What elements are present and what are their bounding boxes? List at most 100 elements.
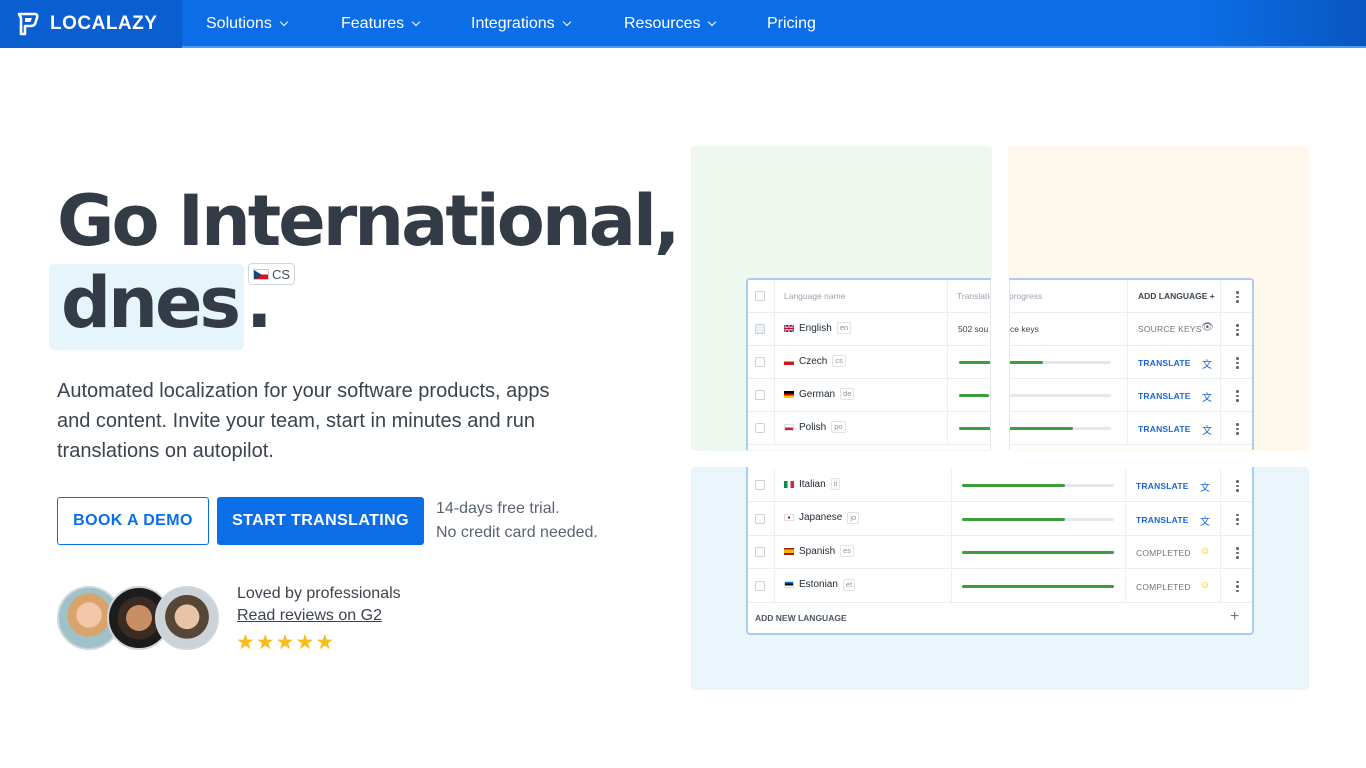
table-row: Italian it TRANSLATE 文	[748, 469, 1252, 502]
translate-icon[interactable]: 文	[1202, 389, 1212, 404]
row-checkbox[interactable]	[755, 480, 765, 490]
localazy-logo-icon	[17, 12, 39, 36]
translate-button[interactable]: TRANSLATE	[1138, 424, 1191, 434]
translate-icon[interactable]: 文	[1200, 513, 1210, 528]
row-checkbox[interactable]	[755, 357, 765, 367]
table-row: Japanese jo TRANSLATE 文	[748, 502, 1252, 536]
row-checkbox[interactable]	[755, 390, 765, 400]
add-new-language-label: ADD NEW LANGUAGE	[755, 613, 847, 623]
translate-button[interactable]: TRANSLATE	[1138, 391, 1191, 401]
row-checkbox[interactable]	[755, 547, 765, 557]
smile-icon: ☺	[1200, 579, 1211, 591]
nav-label: Integrations	[471, 15, 555, 32]
progress-fill	[962, 517, 1065, 521]
czech-flag-icon	[252, 268, 269, 280]
more-icon[interactable]	[1236, 547, 1239, 561]
progress-bar	[959, 361, 1111, 364]
more-icon[interactable]	[1236, 357, 1239, 371]
brand-logo[interactable]: LOCALAZY	[0, 0, 182, 48]
language-name: Czech	[799, 355, 828, 367]
more-icon[interactable]	[1236, 513, 1239, 528]
completed-status: COMPLETED	[1136, 581, 1191, 592]
progress-bar	[962, 551, 1114, 554]
more-icon[interactable]	[1236, 324, 1239, 338]
language-code: jo	[847, 511, 860, 524]
customer-avatars	[57, 586, 219, 650]
more-icon[interactable]	[1236, 480, 1239, 494]
add-language-button[interactable]: ADD LANGUAGE +	[1138, 291, 1215, 301]
trial-note: 14-days free trial. No credit card neede…	[436, 497, 598, 545]
table-row: Estonian et COMPLETED ☺	[748, 569, 1252, 603]
star-icon: ★	[315, 631, 336, 654]
progress-fill	[962, 551, 1114, 554]
row-checkbox[interactable]	[755, 423, 765, 433]
trial-line-2: No credit card needed.	[436, 524, 598, 541]
add-new-language-row[interactable]: ADD NEW LANGUAGE +	[748, 602, 1252, 635]
nav-label: Pricing	[767, 15, 816, 32]
hero-rotating-word: dnes	[61, 262, 241, 344]
column-language-name: Language name	[784, 291, 846, 301]
chevron-down-icon	[708, 17, 717, 27]
language-code: es	[840, 545, 855, 557]
translate-button[interactable]: TRANSLATE	[1136, 481, 1189, 491]
rating-stars: ★★★★★	[236, 630, 335, 655]
translate-button[interactable]: TRANSLATE	[1136, 515, 1189, 525]
language-cell: English en	[784, 322, 852, 334]
language-cell: German de	[784, 388, 855, 400]
row-checkbox[interactable]	[755, 513, 765, 524]
star-icon: ★	[255, 631, 276, 654]
language-cell: Polish po	[784, 421, 846, 433]
language-cell: Japanese jo	[784, 511, 860, 524]
plus-icon[interactable]: +	[1230, 608, 1239, 626]
progress-bar	[962, 517, 1114, 521]
language-code: et	[842, 578, 856, 591]
language-cell: Czech cs	[784, 355, 846, 367]
language-name: Polish	[799, 421, 827, 433]
eye-icon[interactable]: 👁	[1201, 322, 1214, 333]
language-name: Spanish	[799, 545, 836, 557]
nav-integrations[interactable]: Integrations	[471, 0, 571, 48]
language-code: CS	[271, 266, 291, 282]
nav-resources[interactable]: Resources	[624, 0, 717, 48]
translate-icon[interactable]: 文	[1200, 479, 1210, 494]
progress-bar	[959, 427, 1111, 430]
select-all-checkbox[interactable]	[755, 291, 765, 301]
book-demo-button[interactable]: BOOK A DEMO	[57, 497, 209, 545]
nav-label: Features	[341, 15, 405, 32]
translate-button[interactable]: TRANSLATE	[1138, 358, 1191, 368]
row-checkbox[interactable]	[755, 324, 765, 334]
more-icon[interactable]	[1236, 423, 1239, 437]
nav-features[interactable]: Features	[341, 0, 421, 48]
spanish-flag-icon	[784, 547, 794, 555]
start-translating-button[interactable]: START TRANSLATING	[217, 497, 424, 545]
brand-name: LOCALAZY	[50, 13, 158, 34]
star-icon: ★	[295, 631, 316, 654]
social-proof-text: Loved by professionals	[237, 585, 401, 602]
g2-reviews-link[interactable]: Read reviews on G2	[237, 607, 382, 625]
hero-title: Go International,	[57, 180, 681, 262]
language-badge: CS	[248, 263, 295, 285]
add-language-label: ADD LANGUAGE	[1138, 291, 1208, 301]
source-keys-button[interactable]: SOURCE KEYS	[1138, 324, 1202, 334]
italian-flag-icon	[784, 480, 794, 488]
row-checkbox[interactable]	[755, 580, 765, 591]
progress-bar	[959, 394, 1111, 397]
smile-icon: ☺	[1200, 546, 1211, 557]
language-code: en	[836, 322, 852, 334]
translate-icon[interactable]: 文	[1202, 422, 1212, 437]
star-icon: ★	[275, 631, 296, 654]
more-icon[interactable]	[1236, 390, 1239, 404]
language-code: cs	[832, 355, 846, 367]
completed-status: COMPLETED	[1136, 548, 1191, 558]
language-name: German	[799, 388, 836, 400]
uk-flag-icon	[784, 324, 794, 332]
more-icon[interactable]	[1236, 580, 1239, 595]
nav-pricing[interactable]: Pricing	[767, 0, 816, 48]
mockup-split	[991, 278, 1009, 451]
star-icon: ★	[236, 631, 256, 654]
source-keys-count: 502 sou	[958, 324, 989, 334]
nav-solutions[interactable]: Solutions	[206, 0, 289, 48]
language-name: Italian	[799, 478, 826, 490]
more-icon[interactable]	[1236, 291, 1239, 305]
translate-icon[interactable]: 文	[1202, 356, 1212, 371]
